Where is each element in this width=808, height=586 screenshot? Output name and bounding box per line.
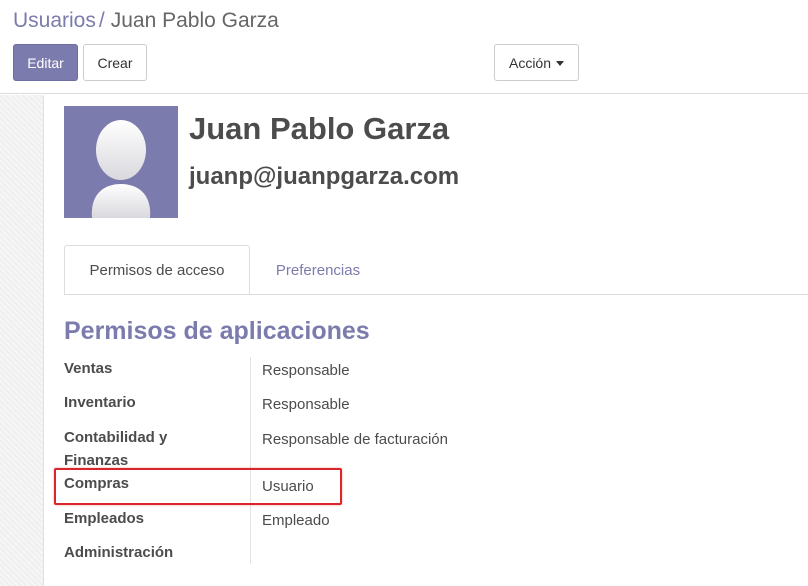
breadcrumb: Usuarios / Juan Pablo Garza (13, 8, 279, 34)
breadcrumb-current: Juan Pablo Garza (110, 9, 279, 32)
user-name-field[interactable]: Juan Pablo Garza (189, 111, 449, 147)
tabs-divider (64, 294, 808, 295)
tab-preferencias[interactable]: Preferencias (258, 245, 378, 295)
control-panel: Usuarios / Juan Pablo Garza Editar Crear A… (0, 0, 808, 94)
field-label-empleados: Empleados (64, 510, 145, 527)
field-value-empleados[interactable]: Empleado (262, 509, 330, 532)
field-value-contabilidad[interactable]: Responsable de facturación (262, 428, 448, 451)
action-label: Acción (508, 54, 552, 71)
form-view: Juan Pablo Garza juanp@juanpgarza.com Pe… (0, 95, 808, 586)
tab-permisos-de-acceso[interactable]: Permisos de acceso (64, 245, 250, 295)
edit-button[interactable]: Editar (13, 44, 78, 81)
user-avatar[interactable] (64, 106, 178, 218)
section-title: Permisos de aplicaciones (64, 317, 370, 345)
create-button[interactable]: Crear (83, 44, 147, 81)
action-dropdown-button[interactable]: Acción (494, 44, 579, 81)
field-label-contabilidad: Contabilidad y Finanzas (64, 429, 168, 469)
tab-label: Preferencias (275, 261, 361, 279)
field-label-inventario: Inventario (64, 394, 136, 411)
field-label-ventas: Ventas (64, 360, 113, 377)
user-email-field[interactable]: juanp@juanpgarza.com (189, 163, 459, 191)
highlight-annotation-box (54, 468, 342, 505)
left-gutter (0, 95, 44, 586)
field-value-inventario[interactable]: Responsable (262, 393, 350, 416)
field-label-administracion: Administración (64, 544, 174, 561)
caret-down-icon (556, 61, 565, 66)
group-divider (250, 357, 251, 564)
user-silhouette-icon (91, 120, 151, 218)
tab-label: Permisos de acceso (89, 261, 225, 279)
breadcrumb-link-usuarios[interactable]: Usuarios (13, 9, 96, 32)
breadcrumb-separator: / (98, 9, 105, 32)
field-value-ventas[interactable]: Responsable (262, 359, 350, 382)
form-sheet: Juan Pablo Garza juanp@juanpgarza.com Pe… (44, 95, 808, 586)
